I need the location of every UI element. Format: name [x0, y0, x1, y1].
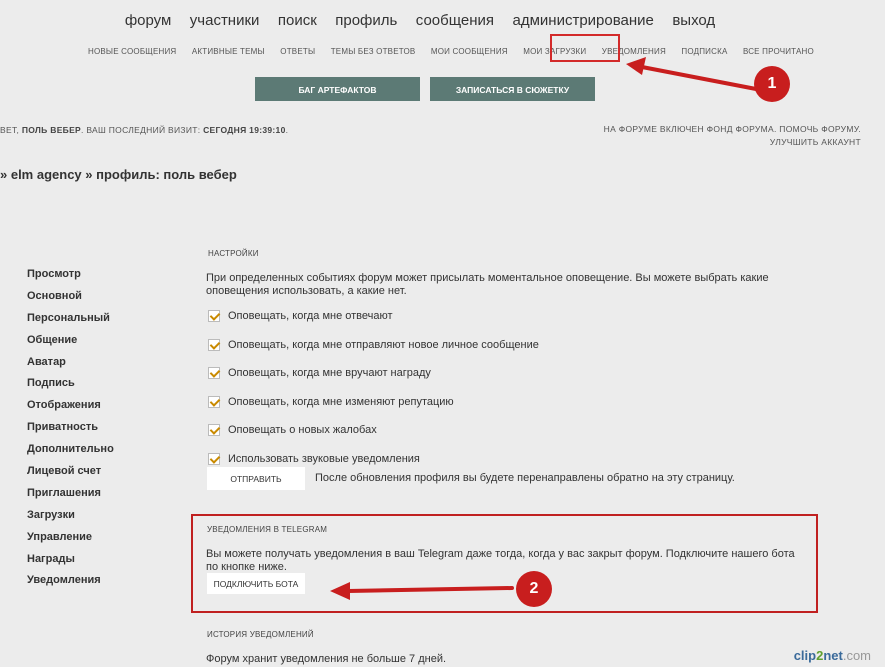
- checkbox-checked-icon[interactable]: [208, 424, 220, 437]
- menu-item-notifications[interactable]: Уведомления: [27, 570, 114, 592]
- watermark-logo: clip2net.com: [794, 648, 871, 663]
- menu-item-display[interactable]: Отображения: [27, 395, 114, 417]
- storyline-button[interactable]: ЗАПИСАТЬСЯ В СЮЖЕТКУ: [430, 77, 595, 101]
- settings-title: НАСТРОЙКИ: [208, 249, 259, 258]
- history-text: Форум хранит уведомления не больше 7 дне…: [206, 653, 447, 665]
- nav-logout[interactable]: выход: [672, 12, 715, 29]
- connect-bot-button[interactable]: ПОДКЛЮЧИТЬ БОТА: [207, 573, 305, 594]
- checkbox-checked-icon[interactable]: [208, 367, 220, 380]
- watermark-part: net: [823, 648, 843, 663]
- option-label: Оповещать о новых жалобах: [228, 424, 377, 437]
- nav-profile[interactable]: профиль: [335, 12, 397, 29]
- menu-item-management[interactable]: Управление: [27, 527, 114, 549]
- breadcrumb: » elm agency » профиль: поль вебер: [0, 167, 237, 182]
- menu-item-avatar[interactable]: Аватар: [27, 352, 114, 374]
- menu-item-additional[interactable]: Дополнительно: [27, 439, 114, 461]
- annotation-badge-1: 1: [754, 66, 790, 102]
- welcome-prefix: ВЕТ,: [0, 125, 22, 135]
- forum-fund-line[interactable]: НА ФОРУМЕ ВКЛЮЧЕН ФОНД ФОРУМА. ПОМОЧЬ ФО…: [604, 123, 861, 136]
- checkbox-checked-icon[interactable]: [208, 310, 220, 323]
- user-welcome: ВЕТ, ПОЛЬ ВЕБЕР. ВАШ ПОСЛЕДНИЙ ВИЗИТ: СЕ…: [0, 125, 288, 135]
- highlight-box-notifications: [550, 34, 620, 62]
- annotation-badge-2: 2: [516, 571, 552, 607]
- subnav-replies[interactable]: ответы: [280, 47, 315, 56]
- option-sounds[interactable]: Использовать звуковые уведомления: [208, 453, 420, 466]
- nav-members[interactable]: участники: [190, 12, 260, 29]
- visit-label: . ВАШ ПОСЛЕДНИЙ ВИЗИТ:: [81, 125, 204, 135]
- forum-fund-info: НА ФОРУМЕ ВКЛЮЧЕН ФОНД ФОРУМА. ПОМОЧЬ ФО…: [604, 123, 861, 149]
- telegram-text: Вы можете получать уведомления в ваш Tel…: [206, 548, 795, 573]
- settings-intro: При определенных событиях форум может пр…: [206, 272, 769, 297]
- option-complaints[interactable]: Оповещать о новых жалобах: [208, 424, 377, 437]
- watermark-part: clip: [793, 648, 817, 663]
- history-title: ИСТОРИЯ УВЕДОМЛЕНИЙ: [207, 630, 314, 639]
- watermark-part: .com: [842, 648, 871, 663]
- option-label: Использовать звуковые уведомления: [228, 453, 420, 466]
- option-label: Оповещать, когда мне отправляют новое ли…: [228, 339, 539, 352]
- menu-item-signature[interactable]: Подпись: [27, 373, 114, 395]
- option-label: Оповещать, когда мне отвечают: [228, 310, 393, 323]
- option-label: Оповещать, когда мне изменяют репутацию: [228, 396, 454, 409]
- profile-menu: Просмотр Основной Персональный Общение А…: [27, 264, 114, 592]
- option-awards[interactable]: Оповещать, когда мне вручают награду: [208, 367, 431, 380]
- telegram-title: УВЕДОМЛЕНИЯ В TELEGRAM: [207, 525, 328, 534]
- option-private-messages[interactable]: Оповещать, когда мне отправляют новое ли…: [208, 339, 539, 352]
- subnav-my-posts[interactable]: мои сообщения: [431, 47, 508, 56]
- nav-admin[interactable]: администрирование: [513, 12, 654, 29]
- subnav-unanswered[interactable]: темы без ответов: [331, 47, 416, 56]
- submit-button[interactable]: ОТПРАВИТЬ: [207, 467, 305, 490]
- subnav-active-topics[interactable]: активные темы: [192, 47, 265, 56]
- option-label: Оповещать, когда мне вручают награду: [228, 367, 431, 380]
- menu-item-account[interactable]: Лицевой счет: [27, 461, 114, 483]
- nav-messages[interactable]: сообщения: [416, 12, 494, 29]
- main-nav: форум участники поиск профиль сообщения …: [0, 12, 840, 30]
- last-visit: СЕГОДНЯ 19:39:10: [203, 125, 286, 135]
- option-reputation[interactable]: Оповещать, когда мне изменяют репутацию: [208, 396, 454, 409]
- menu-item-view[interactable]: Просмотр: [27, 264, 114, 286]
- annotation-arrow-2: [330, 582, 514, 600]
- menu-item-invitations[interactable]: Приглашения: [27, 483, 114, 505]
- menu-item-privacy[interactable]: Приватность: [27, 417, 114, 439]
- menu-item-communication[interactable]: Общение: [27, 330, 114, 352]
- submit-note: После обновления профиля вы будете перен…: [315, 472, 735, 484]
- artifacts-button[interactable]: БАГ АРТЕФАКТОВ: [255, 77, 420, 101]
- checkbox-checked-icon[interactable]: [208, 453, 220, 466]
- subnav-new-posts[interactable]: новые сообщения: [88, 47, 176, 56]
- menu-item-awards[interactable]: Награды: [27, 549, 114, 571]
- option-replies[interactable]: Оповещать, когда мне отвечают: [208, 310, 393, 323]
- upgrade-account-link[interactable]: УЛУЧШИТЬ АККАУНТ: [604, 136, 861, 149]
- menu-item-personal[interactable]: Персональный: [27, 308, 114, 330]
- annotation-arrow-1: [626, 57, 758, 91]
- checkbox-checked-icon[interactable]: [208, 339, 220, 352]
- nav-forum[interactable]: форум: [125, 12, 172, 29]
- menu-item-uploads[interactable]: Загрузки: [27, 505, 114, 527]
- menu-item-main[interactable]: Основной: [27, 286, 114, 308]
- welcome-end: .: [285, 125, 289, 135]
- username[interactable]: ПОЛЬ ВЕБЕР: [22, 125, 81, 135]
- checkbox-checked-icon[interactable]: [208, 396, 220, 409]
- nav-search[interactable]: поиск: [278, 12, 317, 29]
